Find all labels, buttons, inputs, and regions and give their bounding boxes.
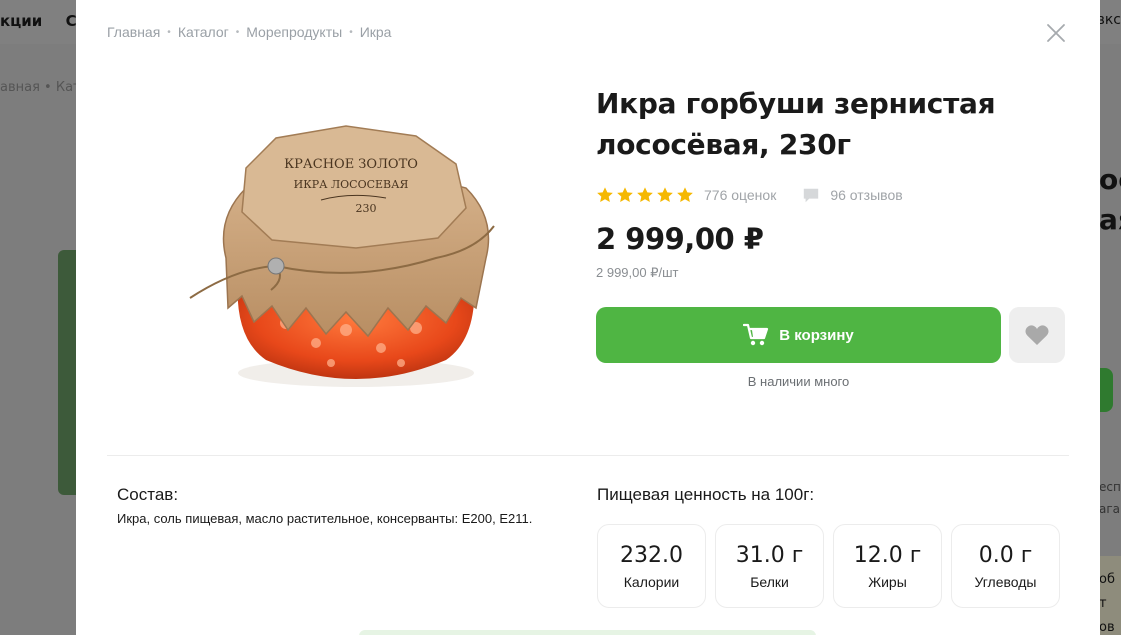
heart-icon xyxy=(1025,325,1049,345)
product-image[interactable]: КРАСНОЕ ЗОЛОТО ИКРА ЛОСОСЕВАЯ 230 xyxy=(176,108,516,398)
jar-name-text: ИКРА ЛОСОСЕВАЯ xyxy=(294,178,409,191)
nutrition-card-calories: 232.0 Калории xyxy=(597,524,706,608)
favorite-button[interactable] xyxy=(1009,307,1065,363)
star-icon xyxy=(617,187,633,203)
rating-count[interactable]: 776 оценок xyxy=(704,187,776,203)
close-button[interactable] xyxy=(1045,22,1067,44)
nutrition-value: 0.0 г xyxy=(978,543,1033,568)
nutrition-card-fat: 12.0 г Жиры xyxy=(833,524,942,608)
unit-price: 2 999,00 ₽/шт xyxy=(596,265,679,280)
background-button xyxy=(1099,368,1113,412)
background-nav-item: кции xyxy=(0,12,43,30)
bottom-banner xyxy=(359,630,816,635)
add-to-cart-label: В корзину xyxy=(779,326,854,344)
breadcrumb-item-seafood[interactable]: Морепродукты xyxy=(246,24,342,40)
reviews-count[interactable]: 96 отзывов xyxy=(830,187,902,203)
nutrition-card-carbs: 0.0 г Углеводы xyxy=(951,524,1060,608)
composition-text: Икра, соль пищевая, масло растительное, … xyxy=(117,511,533,526)
nutrition-label: Жиры xyxy=(868,574,907,590)
nutrition-card-protein: 31.0 г Белки xyxy=(715,524,824,608)
background-title: ос ая xyxy=(1099,163,1121,236)
product-modal: Главная • Каталог • Морепродукты • Икра xyxy=(76,0,1100,635)
section-divider xyxy=(107,455,1069,456)
breadcrumb: Главная • Каталог • Морепродукты • Икра xyxy=(107,24,391,40)
product-title: Икра горбуши зернистая лососёвая, 230г xyxy=(596,87,996,161)
jar-brand-text: КРАСНОЕ ЗОЛОТО xyxy=(284,157,418,172)
rating-stars[interactable] xyxy=(596,186,694,204)
close-icon xyxy=(1047,24,1065,42)
star-icon xyxy=(677,187,693,203)
composition-title: Состав: xyxy=(117,485,179,504)
cart-icon xyxy=(743,323,769,346)
breadcrumb-item-caviar[interactable]: Икра xyxy=(360,24,392,40)
breadcrumb-separator: • xyxy=(349,26,353,38)
product-price: 2 999,00 ₽ xyxy=(596,222,764,256)
jar-weight-text: 230 xyxy=(356,202,377,215)
breadcrumb-item-home[interactable]: Главная xyxy=(107,24,160,40)
star-icon xyxy=(597,187,613,203)
breadcrumb-separator: • xyxy=(235,26,240,38)
nutrition-value: 232.0 xyxy=(620,543,683,568)
nutrition-value: 31.0 г xyxy=(735,543,804,568)
nutrition-value: 12.0 г xyxy=(853,543,922,568)
nutrition-grid: 232.0 Калории 31.0 г Белки 12.0 г Жиры 0… xyxy=(597,524,1060,608)
background-text: есп ага xyxy=(1099,480,1121,516)
nutrition-label: Калории xyxy=(623,574,680,590)
nutrition-label: Углеводы xyxy=(974,574,1037,590)
nutrition-label: Белки xyxy=(750,574,789,590)
stock-status: В наличии много xyxy=(747,374,850,389)
rating-row: 776 оценок 96 отзывов xyxy=(596,186,903,204)
breadcrumb-separator: • xyxy=(167,26,171,38)
caviar-jar-image: КРАСНОЕ ЗОЛОТО ИКРА ЛОСОСЕВАЯ 230 xyxy=(189,125,495,387)
nutrition-title: Пищевая ценность на 100г: xyxy=(597,485,815,504)
star-icon xyxy=(637,187,653,203)
background-card: об т ов xyxy=(1099,556,1121,635)
breadcrumb-item-catalog[interactable]: Каталог xyxy=(178,24,229,40)
add-to-cart-button[interactable]: В корзину xyxy=(596,307,1001,363)
comment-icon xyxy=(804,188,819,203)
star-icon xyxy=(657,187,673,203)
